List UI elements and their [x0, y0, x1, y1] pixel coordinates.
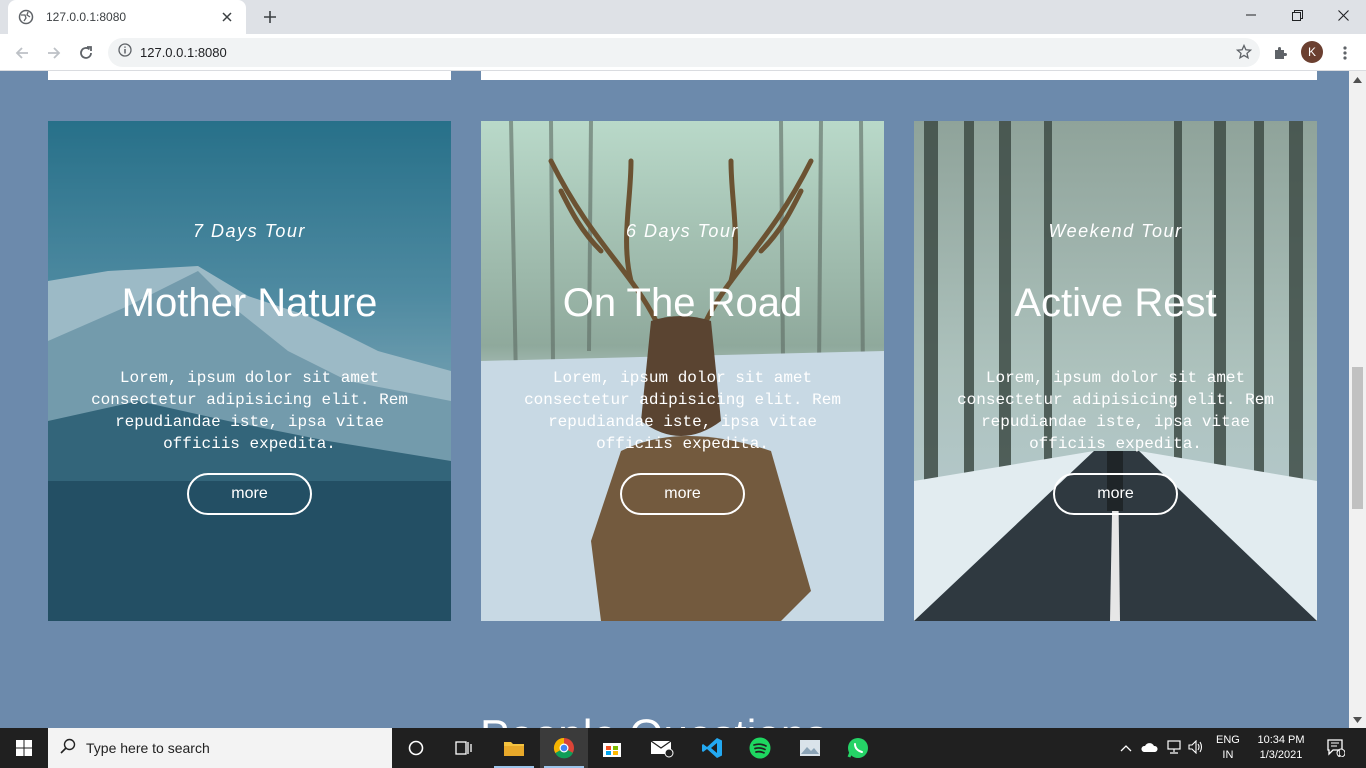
browser-toolbar: 127.0.0.1:8080 K — [0, 34, 1366, 71]
url-text: 127.0.0.1:8080 — [140, 45, 227, 60]
taskbar-search-input[interactable]: Type here to search — [48, 728, 392, 768]
card-description: Lorem, ipsum dolor sit amet consectetur … — [91, 369, 408, 453]
card-content: 6 Days Tour On The Road Lorem, ipsum dol… — [481, 121, 884, 621]
onedrive-cloud-icon[interactable] — [1140, 741, 1158, 756]
card-content: Weekend Tour Active Rest Lorem, ipsum do… — [914, 121, 1317, 621]
card-heading: On The Road — [562, 281, 803, 325]
windows-taskbar: Type here to search ENG IN 10:34 PM 1/3/… — [0, 728, 1366, 768]
page-scrollbar[interactable] — [1349, 71, 1366, 728]
reload-button[interactable] — [72, 39, 100, 67]
previous-card-bottom — [48, 71, 451, 80]
notification-center-icon[interactable]: 1 — [1318, 728, 1354, 768]
card-content: 7 Days Tour Mother Nature Lorem, ipsum d… — [48, 121, 451, 621]
file-explorer-icon[interactable] — [490, 728, 538, 768]
search-placeholder: Type here to search — [86, 740, 210, 756]
previous-card-bottom-wide — [481, 71, 1317, 80]
browser-tab[interactable]: 127.0.0.1:8080 — [8, 0, 246, 34]
tour-card-on-the-road: 6 Days Tour On The Road Lorem, ipsum dol… — [481, 121, 884, 621]
mail-icon[interactable] — [638, 728, 686, 768]
network-icon[interactable] — [1166, 739, 1182, 757]
volume-icon[interactable] — [1188, 739, 1204, 757]
section-title: People Questions — [480, 711, 827, 728]
card-subtitle: 6 Days Tour — [626, 221, 739, 241]
spotify-icon[interactable] — [736, 728, 784, 768]
new-tab-button[interactable] — [258, 5, 282, 29]
card-description: Lorem, ipsum dolor sit amet consectetur … — [957, 369, 1274, 453]
task-view-icon[interactable] — [440, 728, 488, 768]
clock-time: 10:34 PM — [1257, 734, 1305, 746]
taskbar-clock[interactable]: 10:34 PM 1/3/2021 — [1250, 733, 1312, 763]
cortana-circle-icon[interactable] — [392, 728, 440, 768]
tour-card-mother-nature: 7 Days Tour Mother Nature Lorem, ipsum d… — [48, 121, 451, 621]
back-button[interactable] — [8, 39, 36, 67]
more-button[interactable]: more — [620, 473, 745, 515]
tour-card-active-rest: Weekend Tour Active Rest Lorem, ipsum do… — [914, 121, 1317, 621]
chrome-icon[interactable] — [540, 728, 588, 768]
system-tray — [1120, 728, 1204, 768]
forward-button[interactable] — [40, 39, 68, 67]
profile-avatar[interactable]: K — [1301, 41, 1323, 63]
tab-title: 127.0.0.1:8080 — [46, 10, 127, 24]
close-tab-icon[interactable] — [218, 8, 236, 26]
address-bar[interactable]: 127.0.0.1:8080 — [108, 38, 1260, 67]
language-region: IN — [1222, 749, 1234, 761]
more-button[interactable]: more — [187, 473, 312, 515]
photos-app-icon[interactable] — [786, 728, 834, 768]
card-subtitle: 7 Days Tour — [193, 221, 306, 241]
info-icon[interactable] — [118, 43, 132, 62]
restore-button[interactable] — [1274, 0, 1320, 30]
minimize-button[interactable] — [1228, 0, 1274, 30]
card-heading: Active Rest — [1014, 281, 1217, 325]
scrollbar-thumb[interactable] — [1352, 367, 1363, 509]
search-icon — [60, 738, 76, 759]
windows-start-icon[interactable] — [0, 728, 48, 768]
card-subtitle: Weekend Tour — [1048, 221, 1183, 241]
whatsapp-icon[interactable] — [834, 728, 882, 768]
show-hidden-icons-chevron-icon[interactable] — [1120, 741, 1132, 755]
menu-kebab-icon[interactable] — [1331, 39, 1359, 67]
vscode-icon[interactable] — [688, 728, 736, 768]
clock-date: 1/3/2021 — [1259, 749, 1303, 761]
input-language[interactable]: ENG IN — [1216, 733, 1240, 763]
bookmark-star-icon[interactable] — [1236, 44, 1252, 60]
extensions-puzzle-icon[interactable] — [1266, 39, 1294, 67]
microsoft-store-icon[interactable] — [588, 728, 636, 768]
browser-tab-strip: 127.0.0.1:8080 — [0, 0, 1366, 34]
more-button[interactable]: more — [1053, 473, 1178, 515]
card-heading: Mother Nature — [121, 281, 378, 325]
scroll-up-arrow-icon[interactable] — [1353, 75, 1362, 84]
page-viewport: 7 Days Tour Mother Nature Lorem, ipsum d… — [0, 71, 1349, 728]
notification-count: 1 — [1337, 749, 1342, 758]
globe-icon — [18, 9, 34, 25]
close-window-button[interactable] — [1320, 0, 1366, 30]
language-code: ENG — [1216, 734, 1240, 746]
scroll-down-arrow-icon[interactable] — [1353, 715, 1362, 724]
card-description: Lorem, ipsum dolor sit amet consectetur … — [524, 369, 841, 453]
